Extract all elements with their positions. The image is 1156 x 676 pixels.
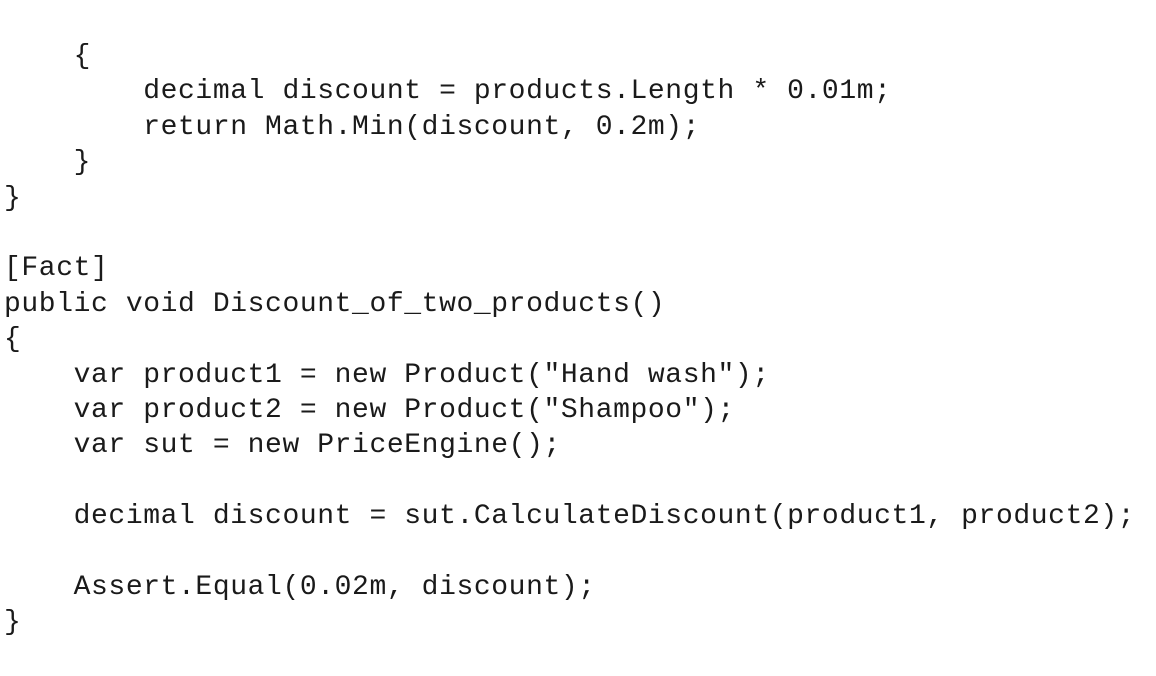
code-line: } bbox=[4, 182, 22, 214]
code-line: public void Discount_of_two_products() bbox=[4, 288, 666, 320]
code-line: var product1 = new Product("Hand wash"); bbox=[4, 359, 770, 391]
code-line: var product2 = new Product("Shampoo"); bbox=[4, 394, 735, 426]
code-line: decimal discount = products.Length * 0.0… bbox=[4, 76, 892, 108]
code-line: } bbox=[4, 147, 92, 179]
code-line: { bbox=[4, 41, 92, 72]
code-line: return Math.Min(discount, 0.2m); bbox=[4, 111, 701, 143]
code-line: decimal discount = sut.CalculateDiscount… bbox=[4, 501, 1136, 533]
code-line: [Fact] bbox=[4, 253, 109, 285]
code-line: Assert.Equal(0.02m, discount); bbox=[4, 571, 596, 603]
code-listing: { decimal discount = products.Length * 0… bbox=[4, 39, 1135, 641]
code-line: var sut = new PriceEngine(); bbox=[4, 430, 561, 462]
code-line: { bbox=[4, 324, 22, 356]
code-line: } bbox=[4, 607, 22, 639]
